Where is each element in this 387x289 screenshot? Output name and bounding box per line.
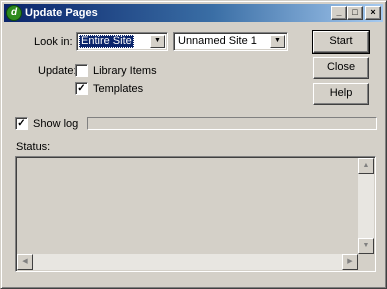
maximize-button[interactable]: □ xyxy=(347,6,363,20)
window-title: Update Pages xyxy=(25,7,98,19)
show-log-label[interactable]: Show log xyxy=(33,118,78,131)
look-in-scope-value: Entire Site xyxy=(79,35,134,48)
library-items-label[interactable]: Library Items xyxy=(93,65,157,78)
start-button[interactable]: Start xyxy=(312,30,370,54)
scroll-right-icon[interactable]: ▶ xyxy=(342,254,358,270)
library-items-checkbox[interactable] xyxy=(75,64,88,77)
vertical-scrollbar[interactable]: ▲ ▼ xyxy=(358,158,374,254)
status-log-area[interactable]: ▲ ▼ ◀ ▶ xyxy=(15,156,376,272)
status-label: Status: xyxy=(16,141,51,153)
site-value: Unnamed Site 1 xyxy=(178,35,257,47)
close-window-button[interactable]: × xyxy=(365,6,381,20)
title-bar[interactable]: d Update Pages _ □ × xyxy=(4,4,383,22)
chevron-down-icon[interactable]: ▼ xyxy=(270,35,285,48)
templates-checkbox[interactable]: ✓ xyxy=(75,82,88,95)
dreamweaver-app-icon: d xyxy=(6,5,22,21)
update-pages-dialog: d Update Pages _ □ × Look in: Entire Sit… xyxy=(0,0,387,289)
update-label: Update: xyxy=(38,65,77,77)
progress-bar xyxy=(87,117,377,130)
show-log-checkbox[interactable]: ✓ xyxy=(15,117,28,130)
minimize-button[interactable]: _ xyxy=(331,6,347,20)
templates-label[interactable]: Templates xyxy=(93,83,143,96)
site-select[interactable]: Unnamed Site 1 ▼ xyxy=(173,32,288,51)
scroll-down-icon[interactable]: ▼ xyxy=(358,238,374,254)
look-in-label: Look in: xyxy=(34,36,73,48)
scroll-left-icon[interactable]: ◀ xyxy=(17,254,33,270)
horizontal-scrollbar[interactable]: ◀ ▶ xyxy=(17,254,358,270)
close-button[interactable]: Close xyxy=(313,57,369,79)
scroll-up-icon[interactable]: ▲ xyxy=(358,158,374,174)
help-button[interactable]: Help xyxy=(313,83,369,105)
chevron-down-icon[interactable]: ▼ xyxy=(150,35,165,48)
look-in-scope-select[interactable]: Entire Site ▼ xyxy=(76,32,168,51)
scrollbar-corner xyxy=(358,254,374,270)
